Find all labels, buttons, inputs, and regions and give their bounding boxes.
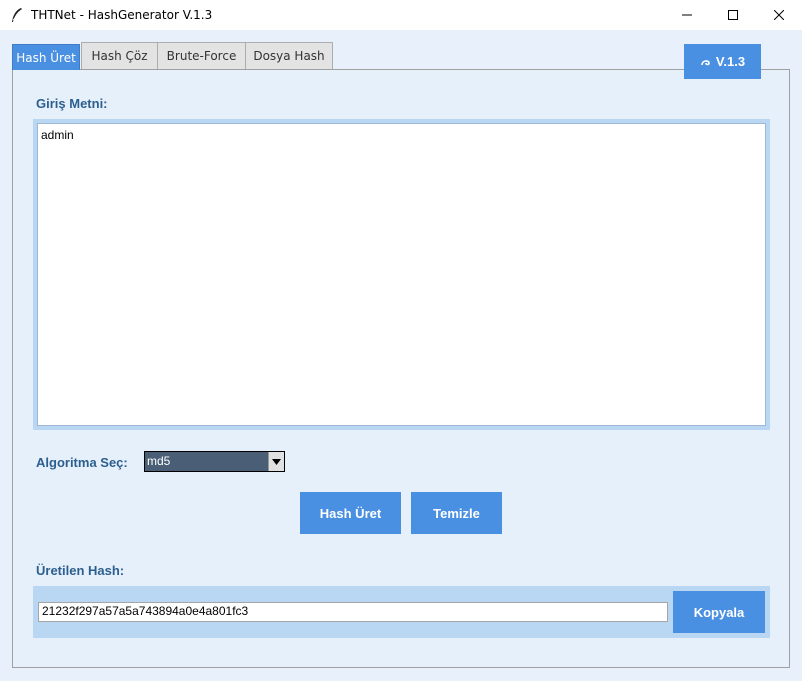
input-frame: admin <box>33 119 770 430</box>
clear-button[interactable]: Temizle <box>411 492 502 534</box>
close-icon <box>774 10 784 20</box>
tab-hash-coz[interactable]: Hash Çöz <box>81 42 158 69</box>
tab-label: Brute-Force <box>166 49 237 63</box>
swirl-icon <box>701 59 710 65</box>
algorithm-label: Algoritma Seç: <box>36 455 128 470</box>
algorithm-select[interactable]: md5 <box>144 451 285 472</box>
version-label: V.1.3 <box>715 54 746 69</box>
tab-label: Hash Çöz <box>91 49 148 63</box>
copy-button[interactable]: Kopyala <box>673 591 765 633</box>
maximize-button[interactable] <box>710 0 756 30</box>
output-frame: 21232f297a57a5a743894a0e4a801fc3 Kopyala <box>33 586 770 638</box>
chevron-down-icon <box>272 458 281 465</box>
close-button[interactable] <box>756 0 802 30</box>
input-textarea[interactable]: admin <box>37 123 766 426</box>
client-area: Hash Üret Hash Çöz Brute-Force Dosya Has… <box>0 30 802 681</box>
tab-label: Dosya Hash <box>253 49 325 63</box>
hash-output-field[interactable]: 21232f297a57a5a743894a0e4a801fc3 <box>38 602 668 622</box>
tab-hash-uret[interactable]: Hash Üret <box>12 44 80 70</box>
dropdown-button[interactable] <box>268 452 284 471</box>
output-label: Üretilen Hash: <box>36 563 125 578</box>
window-title: THTNet - HashGenerator V.1.3 <box>31 8 213 22</box>
title-bar: THTNet - HashGenerator V.1.3 <box>0 0 802 30</box>
tab-label: Hash Üret <box>16 50 76 65</box>
version-badge: V.1.3 <box>684 44 761 79</box>
minimize-button[interactable] <box>664 0 710 30</box>
tab-dosya-hash[interactable]: Dosya Hash <box>245 42 333 69</box>
input-label: Giriş Metni: <box>36 96 108 111</box>
generate-hash-button[interactable]: Hash Üret <box>300 492 401 534</box>
hash-uret-panel: Giriş Metni: admin Algoritma Seç: md5 Ha… <box>12 69 790 668</box>
algorithm-selected-value: md5 <box>147 454 171 468</box>
minimize-icon <box>682 14 692 16</box>
tab-brute-force[interactable]: Brute-Force <box>157 42 246 69</box>
feather-icon <box>12 8 22 22</box>
maximize-icon <box>728 10 738 20</box>
